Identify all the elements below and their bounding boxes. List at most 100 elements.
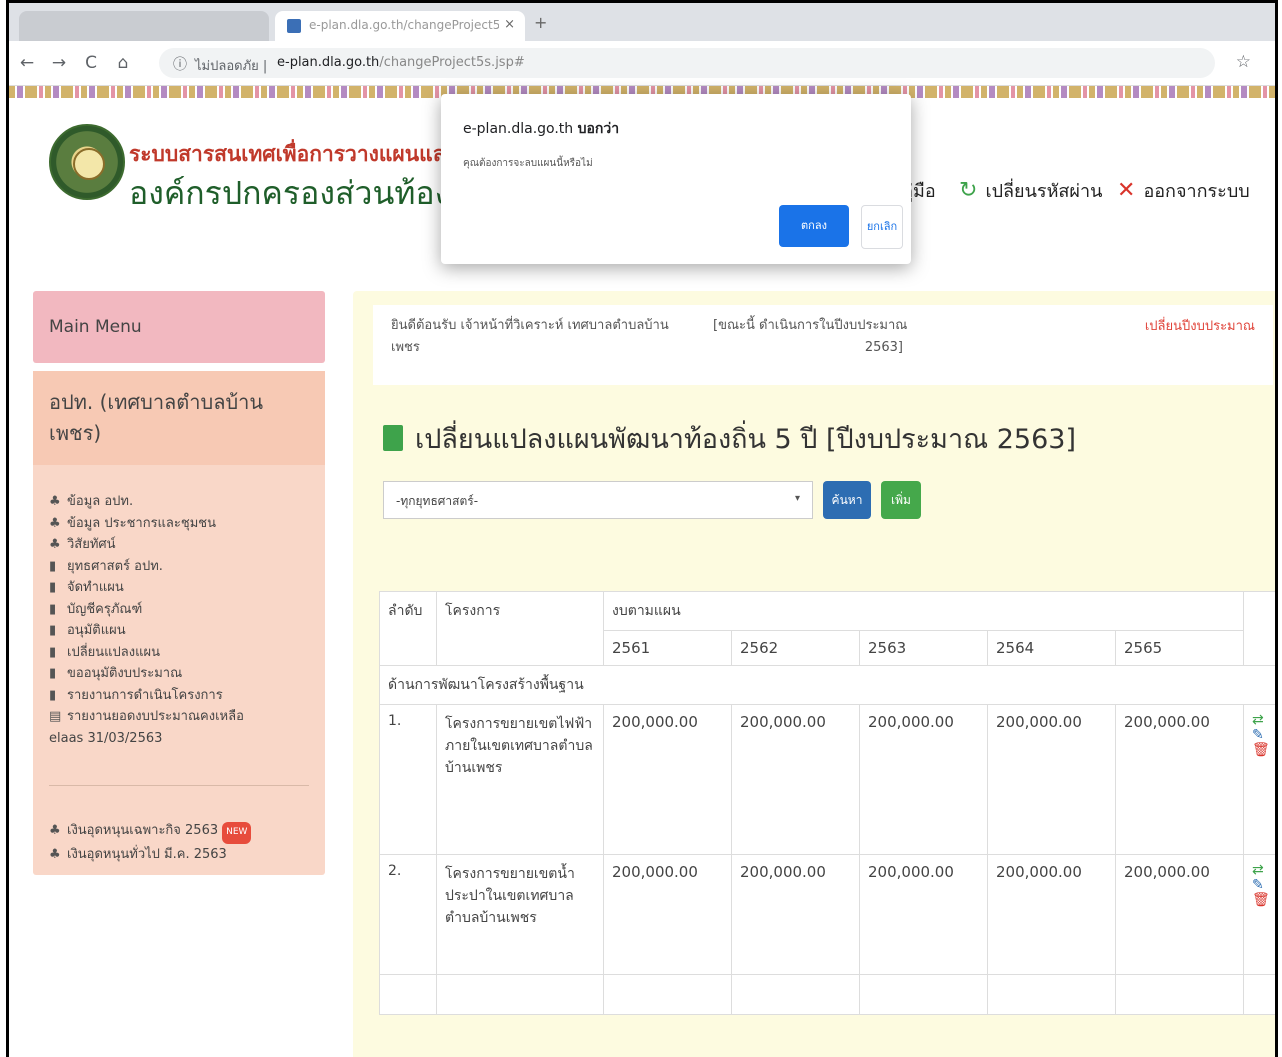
menu-item-label: เงินอุดหนุนทั่วไป มี.ค. 2563 <box>67 846 227 862</box>
menu-item-label: รายงานยอดงบประมาณคงเหลือ <box>67 709 244 724</box>
add-button[interactable]: เพิ่ม <box>881 481 921 519</box>
menu-item-population[interactable]: ♣ ข้อมูล ประชากรและชุมชน <box>49 513 309 535</box>
url-text: e-plan.dla.go.th/changeProject5s.jsp# <box>277 55 525 70</box>
change-fiscal-year-link[interactable]: เปลี่ยนปีงบประมาณ <box>1145 315 1255 336</box>
welcome-bar: ยินดีต้อนรับ เจ้าหน้าที่วิเคราะห์ เทศบาล… <box>373 305 1273 385</box>
logout-link[interactable]: ✕ ออกจากระบบ <box>1117 176 1250 205</box>
dialog-title: e-plan.dla.go.th บอกว่า <box>463 118 619 140</box>
bookmark-icon: ▮ <box>49 558 57 574</box>
menu-item-vision[interactable]: ♣ วิสัยทัศน์ <box>49 534 309 556</box>
new-badge: NEW <box>222 822 252 844</box>
menu-item-org-info[interactable]: ♣ ข้อมูล อปท. <box>49 491 309 513</box>
bookmark-icon: ▮ <box>49 623 57 638</box>
menu-item-label: วิสัยทัศน์ <box>67 537 116 552</box>
row-budget: 200,000.00 <box>731 854 860 975</box>
row-budget: 200,000.00 <box>859 704 988 855</box>
delete-icon[interactable]: 🗑 <box>1252 893 1274 908</box>
bookmark-icon: ▮ <box>49 666 57 681</box>
page-title: เปลี่ยนแปลงแผนพัฒนาท้องถิ่น 5 ปี [ปีงบปร… <box>383 417 1076 460</box>
menu-item-label: เงินอุดหนุนเฉพาะกิจ 2563 <box>67 823 219 838</box>
edit-icon[interactable]: ✎ <box>1252 728 1274 743</box>
menu-item-budget-report[interactable]: ▤ รายงานยอดงบประมาณคงเหลือ <box>49 706 309 728</box>
tab-inactive[interactable] <box>19 11 269 41</box>
menu-list: ♣ ข้อมูล อปท. ♣ ข้อมูล ประชากรและชุมชน ♣ วิ… <box>33 465 325 875</box>
menu-item-label: ขออนุมัติงบประมาณ <box>67 666 183 681</box>
section-row: ด้านการพัฒนาโครงสร้างพื้นฐาน <box>379 665 1275 705</box>
menu-item-label: อนุมัติแผน <box>67 623 126 638</box>
file-icon: ▤ <box>49 709 62 724</box>
table-row: 2. โครงการขยายเขตน้ำประปาในเขตเทศบาลตำบล… <box>379 854 1275 975</box>
menu-item-strategy[interactable]: ▮ ยุทธศาสตร์ อปท. <box>49 556 309 578</box>
dialog-says: บอกว่า <box>577 121 620 137</box>
row-budget: 200,000.00 <box>1115 854 1244 975</box>
page-title-text: เปลี่ยนแปลงแผนพัฒนาท้องถิ่น 5 ปี [ปีงบปร… <box>415 424 1076 455</box>
tab-strip: e-plan.dla.go.th/changeProject5s.jsp × + <box>9 3 1275 41</box>
menu-item-equipment[interactable]: ▮ บัญชีครุภัณฑ์ <box>49 599 309 621</box>
menu-item-label: รายงานการดำเนินโครงการ <box>67 687 223 703</box>
sitemap-icon: ♣ <box>49 537 61 552</box>
menu-item-label: บัญชีครุภัณฑ์ <box>67 601 143 617</box>
bookmark-icon: ▮ <box>49 580 57 595</box>
table-row <box>379 974 1275 1015</box>
logo-emblem-icon <box>73 148 105 180</box>
year-header: 2564 <box>987 630 1116 666</box>
col-actions-header <box>1243 591 1275 666</box>
home-icon[interactable]: ⌂ <box>113 53 133 73</box>
menu-item-general-subsidy[interactable]: ♣ เงินอุดหนุนทั่วไป มี.ค. 2563 <box>49 844 309 866</box>
row-no: 1. <box>379 704 437 855</box>
dialog-ok-button[interactable]: ตกลง <box>779 205 849 247</box>
edit-icon[interactable]: ✎ <box>1252 878 1274 893</box>
org-heading: อปท. (เทศบาลตำบลบ้านเพชร) <box>33 371 325 465</box>
main-content: ยินดีต้อนรับ เจ้าหน้าที่วิเคราะห์ เทศบาล… <box>353 291 1275 1057</box>
forward-icon[interactable]: → <box>49 53 69 73</box>
row-project: โครงการขยายเขตน้ำประปาในเขตเทศบาลตำบลบ้า… <box>436 854 604 975</box>
tab-active[interactable]: e-plan.dla.go.th/changeProject5s.jsp × <box>275 11 525 41</box>
back-icon[interactable]: ← <box>17 53 37 73</box>
tab-close-icon[interactable]: × <box>504 17 515 32</box>
year-header: 2561 <box>603 630 732 666</box>
tab-title: e-plan.dla.go.th/changeProject5s.jsp <box>309 18 499 32</box>
delete-icon[interactable]: 🗑 <box>1252 743 1274 758</box>
sitemap-icon: ♣ <box>49 823 61 838</box>
menu-item-specific-subsidy[interactable]: ♣ เงินอุดหนุนเฉพาะกิจ 2563 NEW <box>49 820 309 844</box>
bookmark-star-icon[interactable]: ☆ <box>1236 52 1251 72</box>
new-tab-icon[interactable]: + <box>534 13 547 32</box>
transfer-icon[interactable]: ⇄ <box>1252 863 1274 878</box>
change-password-label: เปลี่ยนรหัสผ่าน <box>985 181 1103 202</box>
sitemap-icon: ♣ <box>49 494 61 509</box>
transfer-icon[interactable]: ⇄ <box>1252 713 1274 728</box>
year-header: 2565 <box>1115 630 1244 666</box>
reload-icon[interactable]: C <box>81 53 101 73</box>
row-budget: 200,000.00 <box>603 704 732 855</box>
dialog-cancel-button[interactable]: ยกเลิก <box>861 205 903 249</box>
col-budget-header: งบตามแผน <box>603 591 1244 631</box>
current-fiscal-year: [ขณะนี้ ดำเนินการในปีงบประมาณ 2563] <box>713 315 973 359</box>
document-icon <box>383 424 403 451</box>
search-button[interactable]: ค้นหา <box>823 481 871 519</box>
menu-item-label: ข้อมูล อปท. <box>67 494 134 509</box>
plan-table: ลำดับ โครงการ งบตามแผน 2561 2562 2563 25… <box>379 591 1275 1015</box>
col-no-header: ลำดับ <box>379 591 437 666</box>
year-header: 2563 <box>859 630 988 666</box>
change-password-link[interactable]: ↻ เปลี่ยนรหัสผ่าน <box>959 176 1102 205</box>
browser-window: e-plan.dla.go.th/changeProject5s.jsp × +… <box>6 0 1278 1057</box>
info-icon[interactable]: ⓘ <box>173 54 187 74</box>
chevron-down-icon: ▾ <box>794 493 800 504</box>
menu-item-approve-plan[interactable]: ▮ อนุมัติแผน <box>49 620 309 642</box>
section-label: ด้านการพัฒนาโครงสร้างพื้นฐาน <box>379 665 1275 705</box>
menu-item-label: เปลี่ยนแปลงแผน <box>67 644 160 660</box>
address-bar: ← → C ⌂ ⓘ ไม่ปลอดภัย | e-plan.dla.go.th/… <box>9 41 1275 86</box>
logo <box>49 124 125 200</box>
dialog-host: e-plan.dla.go.th <box>463 121 574 137</box>
elaas-date: elaas 31/03/2563 <box>49 730 163 746</box>
menu-item-project-report[interactable]: ▮ รายงานการดำเนินโครงการ <box>49 685 309 707</box>
menu-item-request-budget[interactable]: ▮ ขออนุมัติงบประมาณ <box>49 663 309 685</box>
menu-item-change-plan[interactable]: ▮ เปลี่ยนแปลงแผน <box>49 642 309 664</box>
strategy-select[interactable]: -ทุกยุทธศาสตร์- ▾ <box>383 481 813 519</box>
row-budget: 200,000.00 <box>603 854 732 975</box>
url-input[interactable]: ⓘ ไม่ปลอดภัย | e-plan.dla.go.th/changePr… <box>159 48 1215 78</box>
menu-item-make-plan[interactable]: ▮ จัดทำแผน <box>49 577 309 599</box>
sidebar: Main Menu อปท. (เทศบาลตำบลบ้านเพชร) ♣ ข้อ… <box>33 291 325 875</box>
row-budget: 200,000.00 <box>859 854 988 975</box>
bookmark-icon: ▮ <box>49 687 57 703</box>
